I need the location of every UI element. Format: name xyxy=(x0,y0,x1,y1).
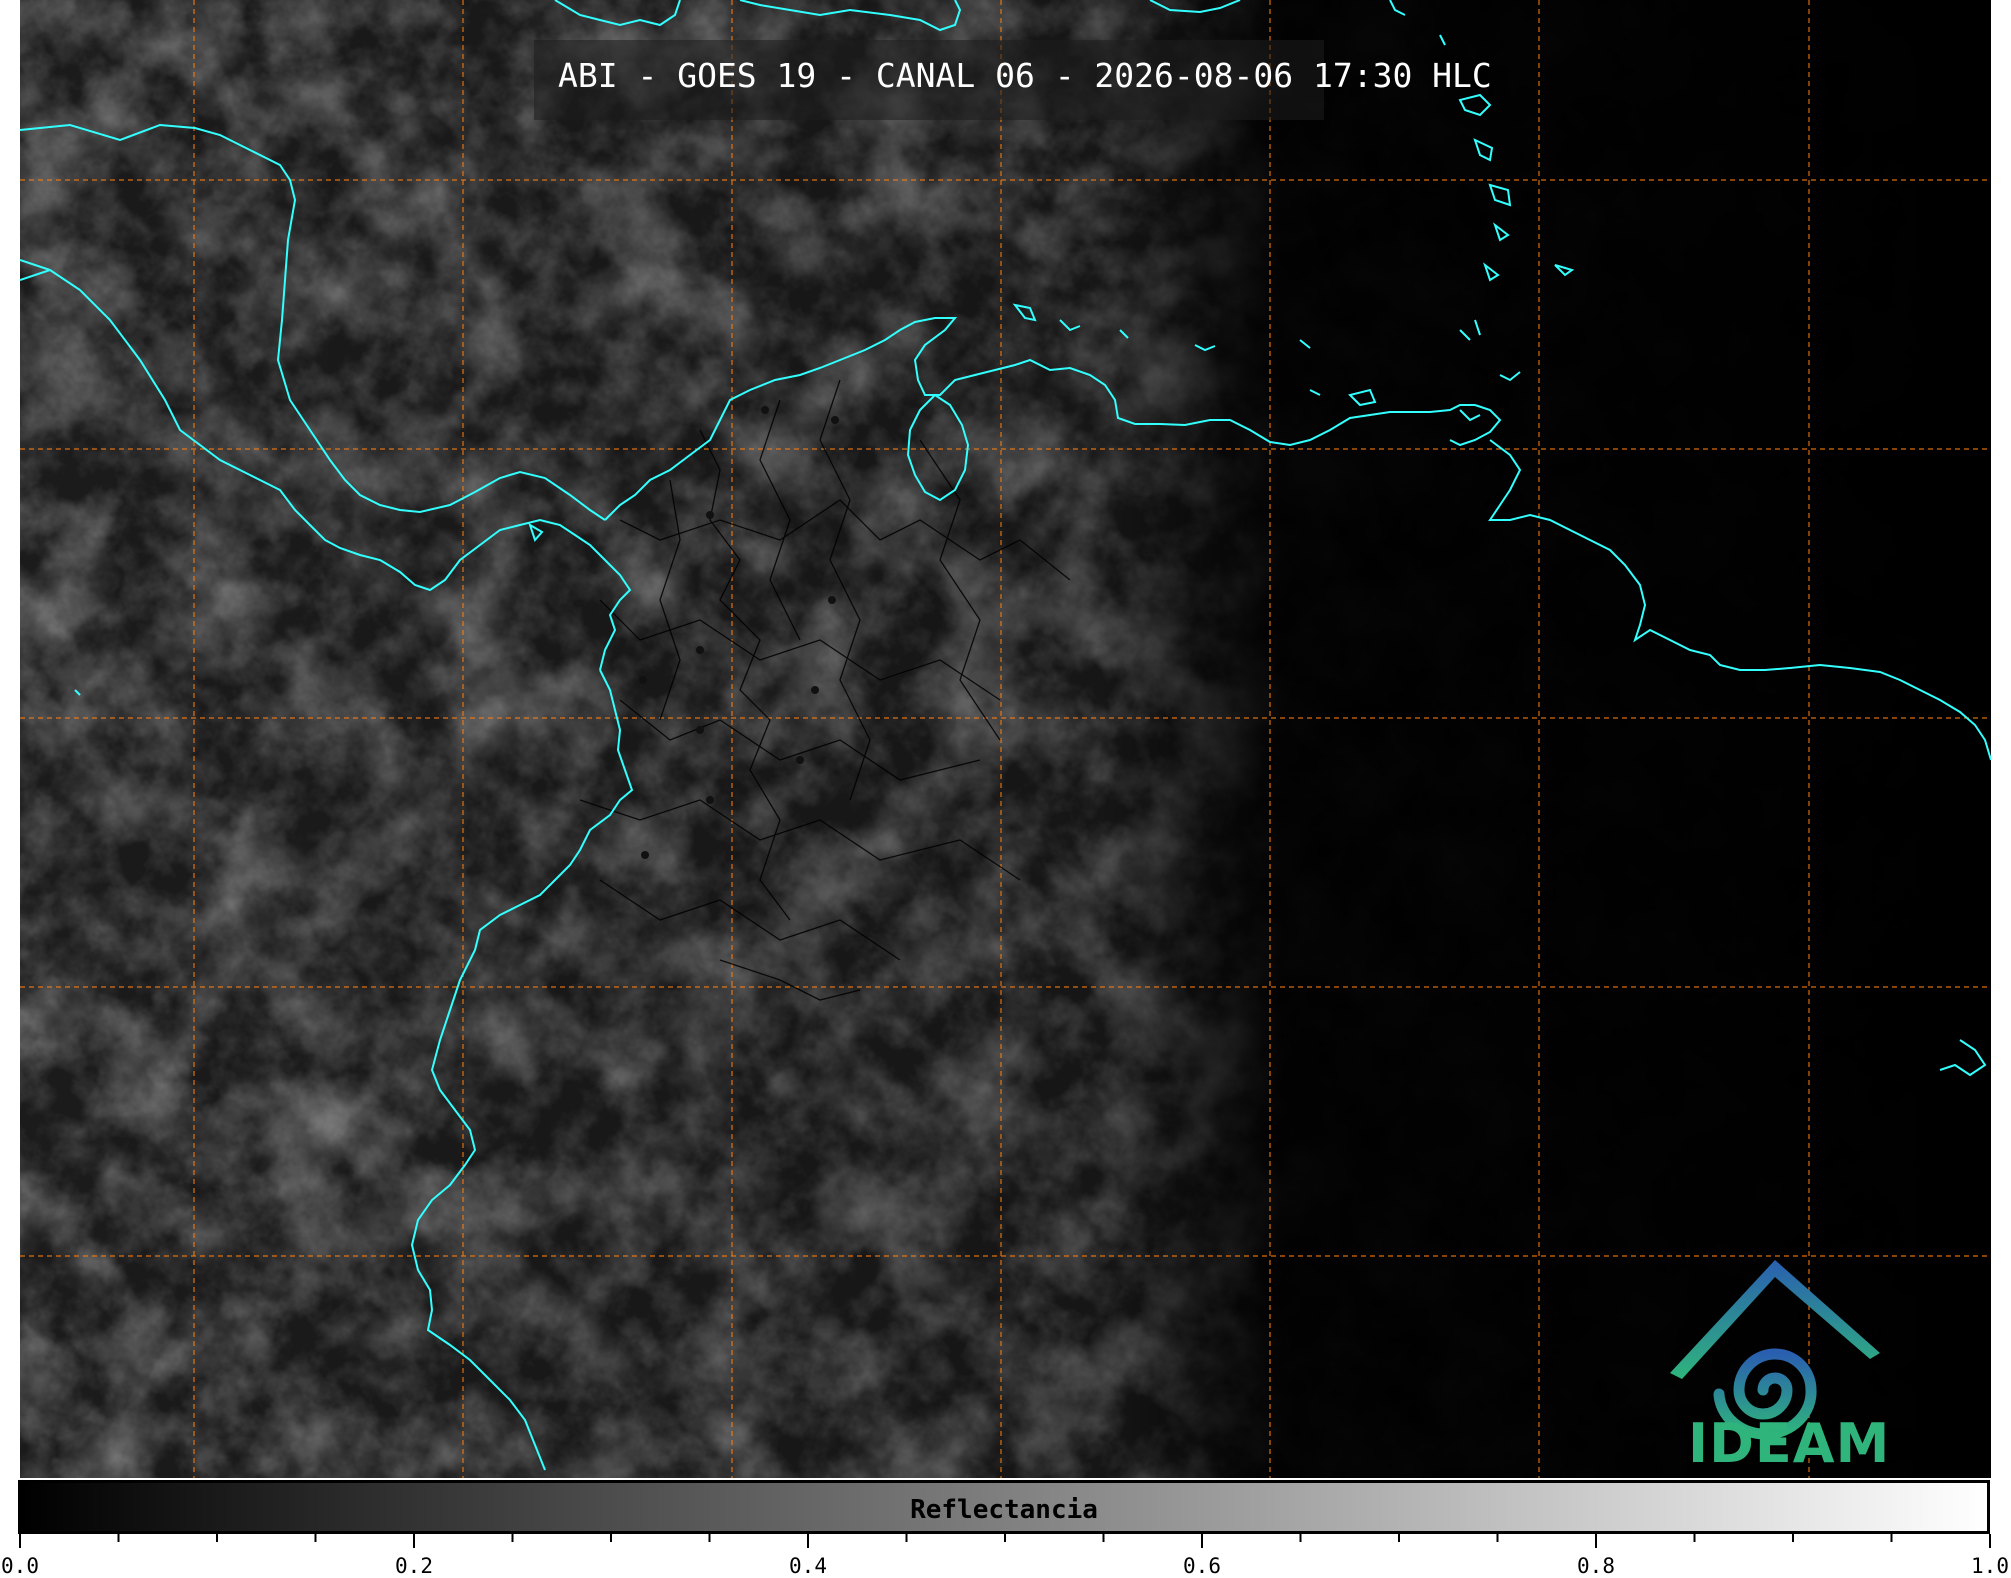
map-title: ABI - GOES 19 - CANAL 06 - 2026-08-06 17… xyxy=(558,56,1492,95)
tick-label: 0.2 xyxy=(395,1554,433,1578)
tick-label: 1.0 xyxy=(1971,1554,2009,1578)
tick-label: 0.8 xyxy=(1577,1554,1615,1578)
logo-text: IDEAM xyxy=(1688,1412,1891,1475)
colorbar-label: Reflectancia xyxy=(910,1495,1098,1525)
tick-label: 0.6 xyxy=(1183,1554,1221,1578)
colorbar: Reflectancia xyxy=(18,1480,1990,1534)
tick-label: 0.4 xyxy=(789,1554,827,1578)
tick-label: 0.0 xyxy=(1,1554,39,1578)
